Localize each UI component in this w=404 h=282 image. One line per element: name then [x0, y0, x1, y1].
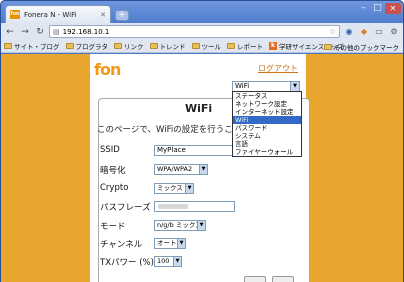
- page-description: このページで、WiFiの設定を行うことが: [97, 125, 250, 135]
- browser-toolbar: ← → ↻ ▤ 192.168.10.1 ☆ ◉ ◆ ▭ ⚙: [1, 23, 403, 40]
- back-icon[interactable]: ←: [4, 26, 16, 38]
- ssid-input[interactable]: MyPlace: [154, 145, 240, 156]
- wrench-icon[interactable]: ⚙: [388, 26, 400, 38]
- bookmark-folder[interactable]: トレンド: [149, 41, 186, 51]
- chevron-down-icon: ▼: [199, 165, 207, 174]
- passphrase-input[interactable]: [154, 201, 235, 212]
- dropdown-option-firewall[interactable]: ファイヤーウォール: [233, 148, 301, 156]
- folder-icon: [4, 43, 12, 49]
- dropdown-option-internet[interactable]: インターネット設定: [233, 108, 301, 116]
- url-text: 192.168.10.1: [62, 27, 110, 36]
- fon-favicon-icon: fon: [10, 10, 20, 19]
- passphrase-label: パスフレーズ: [100, 203, 151, 213]
- bookmark-star-icon[interactable]: ☆: [329, 27, 336, 36]
- mode-select[interactable]: n/g/b ミックス ▼: [154, 220, 206, 231]
- other-bookmarks[interactable]: その他のブックマーク: [324, 40, 399, 52]
- extension-globe-icon[interactable]: ◉: [343, 26, 355, 38]
- folder-icon: [65, 43, 74, 49]
- passphrase-mask: [158, 204, 188, 209]
- maximize-icon[interactable]: □: [371, 3, 384, 14]
- bookmark-folder[interactable]: サイト・ブログ: [4, 41, 60, 51]
- bookmarks-bar: サイト・ブログ プログラタ リンク トレンド ツール レポート k 学研サイエンス…: [1, 40, 403, 53]
- page-content: fon ログアウト WiFi ▼ WiFi このページで、WiFiの設定を行うこ…: [1, 54, 403, 282]
- bookmark-folder[interactable]: レポート: [227, 41, 263, 51]
- txpower-select[interactable]: 100 ▼: [154, 256, 182, 267]
- page-menu-icon[interactable]: ▭: [373, 26, 385, 38]
- dropdown-option-language[interactable]: 言語: [233, 140, 301, 148]
- encryption-label: 暗号化: [100, 166, 126, 176]
- chevron-down-icon: ▼: [173, 257, 181, 266]
- extension-rss-icon[interactable]: ◆: [358, 26, 370, 38]
- chevron-down-icon: ▼: [290, 82, 299, 91]
- ssid-label: SSID: [100, 145, 120, 155]
- minimize-icon[interactable]: –: [357, 3, 370, 14]
- page-title: WiFi: [185, 102, 213, 115]
- dropdown-option-status[interactable]: ステータス: [233, 92, 301, 100]
- window-close-icon[interactable]: ✕: [385, 3, 401, 14]
- address-bar[interactable]: ▤ 192.168.10.1 ☆: [49, 25, 340, 38]
- encryption-select[interactable]: WPA/WPA2 ▼: [154, 164, 208, 175]
- tab-close-icon[interactable]: ✕: [100, 11, 106, 19]
- bookmark-folder[interactable]: リンク: [114, 41, 144, 51]
- bookmark-folder[interactable]: ツール: [191, 41, 221, 51]
- browser-tab[interactable]: fon Fonera N - WiFi ✕: [5, 5, 111, 23]
- page-select-dropdown: ステータス ネットワーク設定 インターネット設定 WiFi パスワード システム…: [232, 91, 302, 157]
- apply-button[interactable]: [244, 276, 266, 282]
- page-icon: ▤: [53, 27, 60, 36]
- cancel-button[interactable]: [272, 276, 294, 282]
- mode-label: モード: [100, 222, 126, 232]
- chevron-down-icon: ▼: [197, 221, 205, 230]
- tab-title: Fonera N - WiFi: [24, 10, 77, 19]
- folder-icon: [114, 43, 122, 49]
- reload-icon[interactable]: ↻: [34, 26, 46, 38]
- dropdown-option-password[interactable]: パスワード: [233, 124, 301, 132]
- folder-icon: [149, 43, 158, 49]
- channel-label: チャンネル: [100, 240, 143, 250]
- fonera-panel: fon ログアウト WiFi ▼ WiFi このページで、WiFiの設定を行うこ…: [90, 54, 310, 282]
- title-bar: fon Fonera N - WiFi ✕ + – □ ✕: [1, 1, 403, 23]
- fon-logo: fon: [94, 60, 121, 79]
- logout-link[interactable]: ログアウト: [258, 63, 298, 74]
- folder-icon: [324, 43, 332, 50]
- chevron-down-icon: ▼: [177, 239, 185, 248]
- forward-icon[interactable]: →: [19, 26, 31, 38]
- folder-icon: [191, 43, 200, 49]
- folder-icon: [227, 43, 235, 49]
- crypto-label: Crypto: [100, 183, 129, 193]
- dropdown-option-network[interactable]: ネットワーク設定: [233, 100, 301, 108]
- new-tab-button[interactable]: +: [115, 10, 129, 21]
- txpower-label: TXパワー (%): [100, 258, 154, 268]
- bookmark-folder[interactable]: プログラタ: [65, 41, 108, 51]
- channel-select[interactable]: オート ▼: [154, 238, 186, 249]
- browser-window: fon Fonera N - WiFi ✕ + – □ ✕ ← → ↻ ▤ 19…: [0, 0, 404, 282]
- dropdown-option-wifi[interactable]: WiFi: [233, 116, 301, 124]
- dropdown-option-system[interactable]: システム: [233, 132, 301, 140]
- chevron-down-icon: ▼: [185, 184, 193, 193]
- gakken-icon: k: [269, 42, 277, 50]
- crypto-select[interactable]: ミックス ▼: [154, 183, 194, 194]
